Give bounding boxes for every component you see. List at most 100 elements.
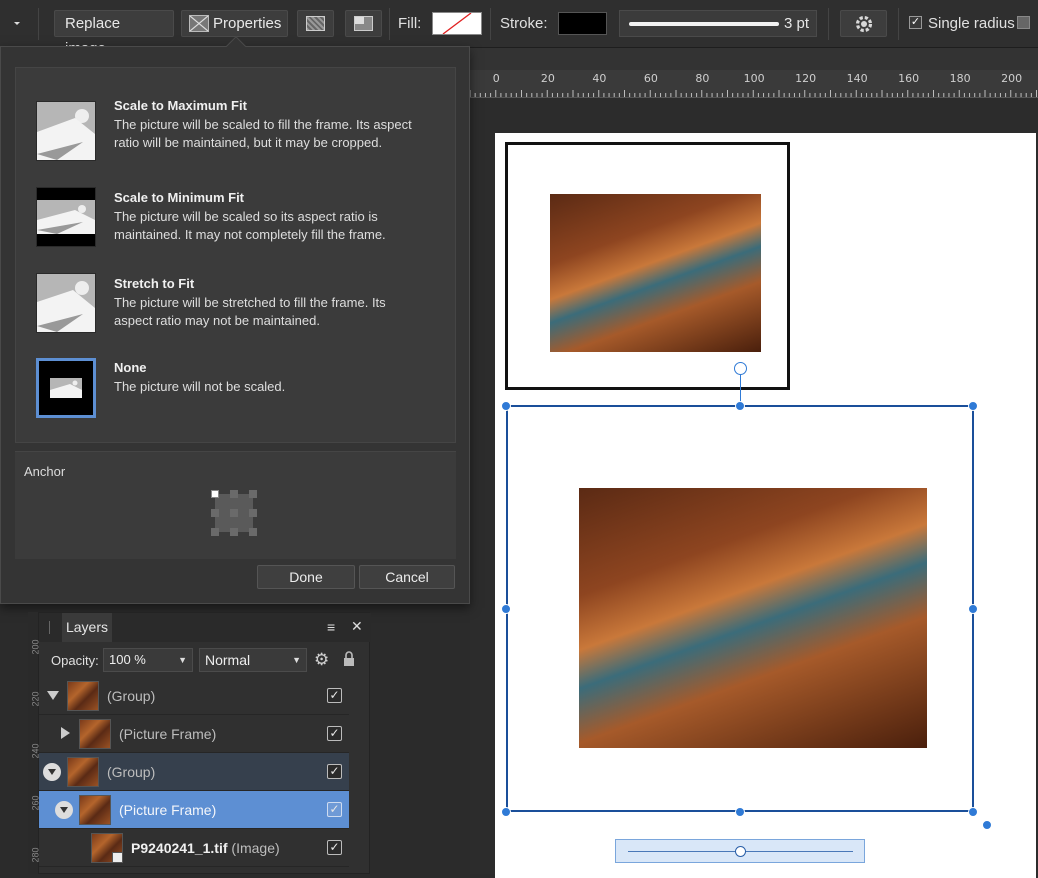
page — [495, 133, 1036, 878]
option-description: The picture will be scaled to fill the f… — [114, 117, 412, 150]
single-radius-label: Single radius — [928, 15, 1015, 32]
panel-grip[interactable] — [49, 621, 50, 634]
fit-frame-button[interactable] — [297, 10, 334, 37]
image-scale-slider[interactable] — [615, 839, 865, 863]
layer-row[interactable]: (Picture Frame) ✓ — [39, 715, 349, 753]
option-description: The picture will be scaled so its aspect… — [114, 209, 386, 242]
stroke-width-slider[interactable]: 3 pt — [619, 10, 817, 37]
resize-handle[interactable] — [501, 401, 511, 411]
anchor-point[interactable] — [230, 490, 238, 498]
panel-menu-icon[interactable]: ≡ — [327, 619, 335, 635]
blend-mode-value: Normal — [205, 652, 251, 668]
properties-label: Properties — [213, 15, 282, 32]
layer-thumbnail — [79, 795, 111, 825]
chevron-down-icon[interactable] — [10, 16, 24, 30]
anchor-point[interactable] — [211, 490, 219, 498]
anchor-grid[interactable] — [211, 490, 257, 536]
layer-name: P9240241_1.tif (Image) — [131, 840, 280, 856]
scaling-options-list: Scale to Maximum Fit The picture will be… — [15, 67, 456, 443]
anchor-point[interactable] — [230, 509, 238, 517]
stroke-swatch[interactable] — [558, 12, 607, 35]
settings-button[interactable] — [840, 10, 887, 37]
extra-checkbox[interactable] — [1017, 16, 1030, 29]
tab-layers[interactable]: Layers — [62, 613, 112, 642]
anchor-point[interactable] — [230, 528, 238, 536]
lock-icon[interactable] — [343, 651, 355, 667]
stretch-to-fit-thumb[interactable] — [36, 273, 96, 333]
ruler-tick-label: 100 — [743, 72, 765, 85]
gear-icon — [855, 15, 873, 33]
anchor-point[interactable] — [211, 509, 219, 517]
anchor-point[interactable] — [249, 509, 257, 517]
gear-icon[interactable]: ⚙ — [314, 650, 329, 670]
resize-handle[interactable] — [968, 807, 978, 817]
layer-name: (Group) — [107, 764, 156, 780]
resize-handle[interactable] — [968, 604, 978, 614]
layers-panel: Layers ≡ ✕ Opacity: 100 % ▼ Normal ▼ ⚙ (… — [38, 612, 371, 874]
collapse-circle-icon[interactable] — [43, 763, 61, 781]
fill-swatch[interactable] — [432, 12, 482, 35]
option-title[interactable]: Stretch to Fit — [114, 276, 194, 291]
blend-mode-dropdown[interactable]: Normal ▼ — [199, 648, 307, 672]
opacity-dropdown[interactable]: 100 % ▼ — [103, 648, 193, 672]
layer-thumbnail — [67, 757, 99, 787]
anchor-point[interactable] — [249, 528, 257, 536]
option-title[interactable]: Scale to Minimum Fit — [114, 190, 244, 205]
none-scaling-thumb[interactable] — [36, 358, 96, 418]
collapse-circle-icon[interactable] — [55, 801, 73, 819]
resize-handle[interactable] — [501, 807, 511, 817]
layer-row-selected[interactable]: (Picture Frame) ✓ — [39, 791, 349, 829]
landscape-icon — [37, 205, 95, 234]
cancel-button[interactable]: Cancel — [359, 565, 455, 589]
collapse-triangle-icon[interactable] — [47, 691, 59, 700]
layer-row[interactable]: P9240241_1.tif (Image) ✓ — [39, 829, 349, 867]
option-title[interactable]: None — [114, 360, 147, 375]
option-description: The picture will be stretched to fill th… — [114, 295, 386, 328]
vruler-label: 280 — [30, 847, 41, 863]
slider-knob[interactable] — [735, 846, 746, 857]
document-canvas[interactable] — [470, 98, 1038, 878]
anchor-point[interactable] — [249, 490, 257, 498]
layer-row[interactable]: (Group) ✓ — [39, 677, 349, 715]
opacity-value: 100 % — [109, 652, 146, 667]
layer-visibility-checkbox[interactable]: ✓ — [327, 764, 342, 779]
layer-visibility-checkbox[interactable]: ✓ — [327, 726, 342, 741]
resize-handle[interactable] — [735, 401, 745, 411]
done-button[interactable]: Done — [257, 565, 355, 589]
close-icon[interactable]: ✕ — [351, 618, 363, 635]
resize-handle[interactable] — [735, 807, 745, 817]
layer-visibility-checkbox[interactable]: ✓ — [327, 688, 342, 703]
option-description: The picture will not be scaled. — [114, 379, 286, 394]
ruler-tick-label: 20 — [540, 72, 555, 85]
landscape-icon — [50, 380, 82, 398]
image-filename: P9240241_1.tif — [131, 840, 228, 856]
tab-layers-label: Layers — [65, 619, 109, 635]
fill-label: Fill: — [398, 15, 422, 32]
option-title[interactable]: Scale to Maximum Fit — [114, 98, 247, 113]
fill-frame-button[interactable] — [345, 10, 382, 37]
layer-name: (Picture Frame) — [119, 802, 217, 818]
layer-name: (Group) — [107, 688, 156, 704]
rotation-handle[interactable] — [734, 362, 747, 375]
scale-to-max-fit-thumb[interactable] — [36, 101, 96, 161]
picture-frame-selected[interactable] — [506, 405, 974, 812]
properties-button[interactable]: Properties — [181, 10, 288, 37]
layer-row[interactable]: (Group) ✓ — [39, 753, 349, 791]
scale-to-min-fit-thumb[interactable] — [36, 187, 96, 247]
anchor-point[interactable] — [211, 528, 219, 536]
ruler-tick-label: 0 — [492, 72, 500, 85]
layer-visibility-checkbox[interactable]: ✓ — [327, 802, 342, 817]
expand-triangle-icon[interactable] — [61, 727, 70, 739]
replace-image-button[interactable]: Replace image — [54, 10, 174, 57]
picture-frame-top[interactable] — [505, 142, 790, 390]
stroke-label: Stroke: — [500, 15, 548, 32]
layer-thumbnail — [79, 719, 111, 749]
layer-visibility-checkbox[interactable]: ✓ — [327, 840, 342, 855]
chevron-down-icon: ▼ — [178, 655, 187, 665]
resize-handle[interactable] — [968, 401, 978, 411]
single-radius-checkbox[interactable]: ✓ — [909, 16, 922, 29]
grid-pattern-icon — [306, 16, 325, 31]
resize-handle[interactable] — [501, 604, 511, 614]
resize-handle[interactable] — [982, 820, 992, 830]
ruler-tick-label: 180 — [949, 72, 971, 85]
